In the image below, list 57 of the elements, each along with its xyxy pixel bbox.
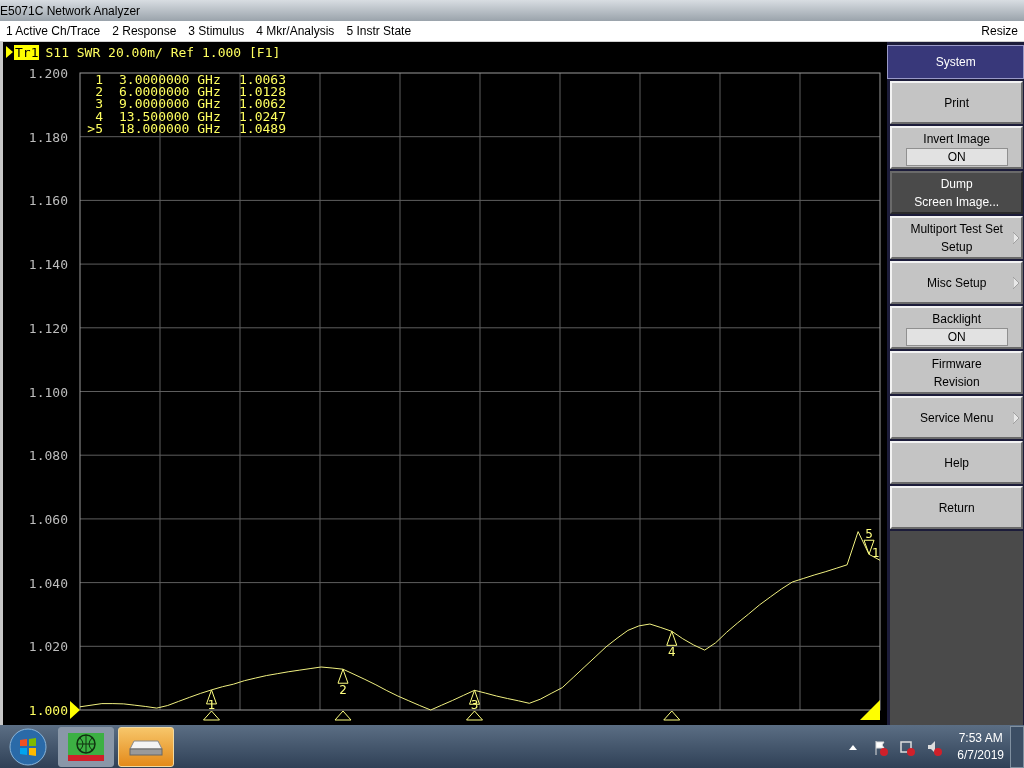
- clock-time: 7:53 AM: [958, 730, 1003, 747]
- menu-item[interactable]: 4 Mkr/Analysis: [256, 24, 335, 38]
- submenu-arrow-icon: [1013, 276, 1019, 289]
- softkey-button[interactable]: Return: [890, 486, 1023, 529]
- softkey-button[interactable]: Service Menu: [890, 396, 1023, 439]
- annotation: 5: [865, 527, 873, 542]
- toggle-value: ON: [905, 147, 1008, 166]
- menu-item[interactable]: 5 Instr State: [346, 24, 412, 38]
- resize-menu-item[interactable]: Resize: [981, 24, 1018, 38]
- marker-frequency: 3.0000000 GHz: [119, 72, 221, 87]
- start-button[interactable]: [6, 727, 50, 767]
- menu-title: System: [887, 45, 1024, 79]
- softkey-button[interactable]: Firmware Revision: [890, 351, 1023, 394]
- globe-icon: [66, 731, 106, 763]
- trace-header: S11 SWR 20.00m/ Ref 1.000 [F1]: [45, 44, 281, 60]
- axis-marker-icon: [466, 710, 483, 721]
- pointer-icon: [6, 46, 13, 58]
- softkey-button[interactable]: Help: [890, 441, 1023, 484]
- menu-item[interactable]: 3 Stimulus: [188, 24, 245, 38]
- axis-tick-label: 1.200: [28, 66, 68, 81]
- show-desktop-button[interactable]: [1010, 726, 1024, 768]
- axis-tick-label: 1.160: [28, 193, 68, 209]
- taskbar-button[interactable]: [58, 727, 114, 767]
- toggle-value: ON: [905, 327, 1008, 346]
- axis-tick-label: 1.180: [28, 129, 68, 145]
- softkey-button[interactable]: Print: [890, 81, 1023, 124]
- submenu-arrow-icon: [1013, 231, 1019, 244]
- marker-number: 1: [95, 72, 103, 87]
- softkey-button[interactable]: Backlight ON: [890, 306, 1023, 349]
- menu-item[interactable]: 2 Response: [112, 24, 177, 38]
- axis-marker-icon: [334, 710, 352, 721]
- axis-tick-label: 1.080: [28, 448, 68, 464]
- annotation: 4: [667, 645, 676, 660]
- network-icon[interactable]: [899, 738, 917, 756]
- submenu-arrow-icon: [1013, 411, 1019, 424]
- axis-tick-label: 1.100: [28, 384, 68, 400]
- window-title: E5071C Network Analyzer: [0, 3, 141, 18]
- stop-marker-icon: [860, 700, 880, 720]
- menu-item[interactable]: 1 Active Ch/Trace: [6, 24, 101, 38]
- marker-value: 1.0063: [239, 72, 286, 87]
- softkey-button[interactable]: Misc Setup: [890, 261, 1023, 304]
- annotation: 2: [339, 683, 347, 698]
- axis-tick-label: 1.040: [28, 575, 68, 591]
- trace-end-label: 1: [872, 546, 880, 561]
- softkey-button[interactable]: Dump Screen Image...: [890, 171, 1023, 214]
- axis-tick-label: 1.120: [28, 320, 68, 336]
- clock-date: 6/7/2019: [957, 747, 1004, 764]
- axis-marker-icon: [203, 710, 220, 721]
- axis-marker-icon: [663, 710, 681, 721]
- axis-tick-label: 1.020: [28, 639, 68, 655]
- flag-icon[interactable]: [872, 738, 890, 756]
- axis-tick-label: 1.140: [28, 257, 68, 273]
- softkey-button[interactable]: Multiport Test Set Setup: [890, 216, 1023, 259]
- softkey-button[interactable]: Invert Image ON: [890, 126, 1023, 169]
- reference-arrow-icon: [70, 701, 80, 719]
- axis-tick-label: 1.000: [28, 703, 68, 718]
- axis-tick-label: 1.060: [28, 511, 68, 527]
